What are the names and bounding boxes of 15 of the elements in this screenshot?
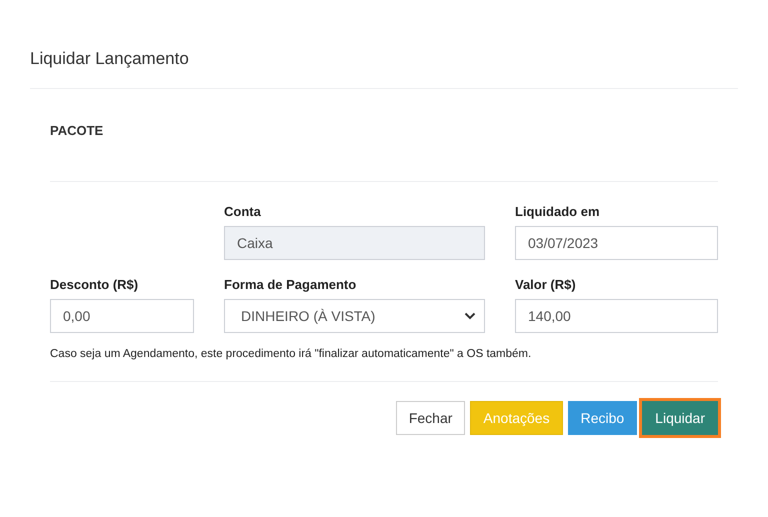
close-button[interactable]: Fechar (396, 401, 466, 435)
settle-button[interactable]: Liquidar (642, 401, 718, 435)
input-field[interactable]: 140,00 (515, 299, 718, 333)
field-label: Conta (224, 204, 262, 219)
chevron-down-icon (464, 312, 476, 320)
input-field[interactable]: 0,00 (50, 299, 194, 333)
info-note: Caso seja um Agendamento, este procedimento irá "finalizar automaticamente" a OS também. (50, 333, 718, 382)
field-label: Liquidado em (515, 204, 600, 219)
section-heading: PACOTE (50, 89, 718, 182)
field-label: Valor (R$) (515, 277, 577, 292)
field-label: Desconto (R$) (50, 277, 140, 292)
field-label: Forma de Pagamento (224, 277, 358, 292)
input-field[interactable]: 03/07/2023 (515, 226, 718, 260)
payment-select[interactable]: DINHEIRO (À VISTA) (224, 299, 485, 333)
modal-title: Liquidar Lançamento (30, 0, 738, 89)
